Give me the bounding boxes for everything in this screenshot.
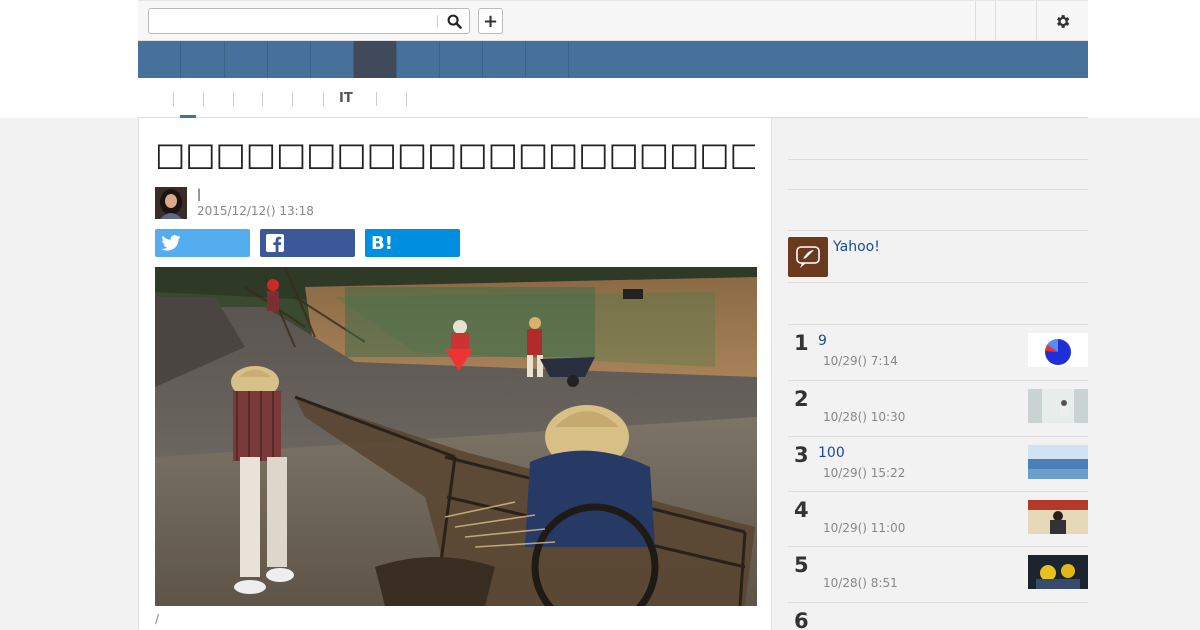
settings-button[interactable] bbox=[1036, 1, 1088, 41]
search-separator bbox=[437, 15, 438, 27]
nav-item[interactable] bbox=[225, 41, 268, 78]
hatena-bookmark-button[interactable]: B! bbox=[365, 229, 460, 257]
rank-title[interactable]: 9 bbox=[818, 333, 827, 349]
subnav-item[interactable] bbox=[406, 92, 407, 106]
toolbar-divider bbox=[995, 1, 996, 41]
rank-date: 10/28() 8:51 bbox=[823, 576, 898, 590]
photo-caption: / bbox=[155, 612, 160, 626]
author-avatar[interactable] bbox=[155, 187, 187, 219]
nav-item[interactable] bbox=[268, 41, 311, 78]
twitter-icon bbox=[161, 235, 181, 251]
search-input[interactable] bbox=[149, 9, 437, 33]
nav-item[interactable] bbox=[526, 41, 569, 78]
nav-item[interactable] bbox=[311, 41, 354, 78]
sidebar: Yahoo! 1 9 10/29() 7:14 2 10/28() 10:30 … bbox=[788, 118, 1088, 630]
toolbar-divider bbox=[975, 1, 976, 41]
category-nav bbox=[138, 41, 1088, 78]
ranking-item[interactable]: 3 100 10/29() 15:22 bbox=[788, 436, 1088, 492]
rank-number: 2 bbox=[794, 387, 809, 411]
nav-item[interactable] bbox=[138, 41, 181, 78]
yahoo-link[interactable]: Yahoo! bbox=[833, 239, 880, 255]
nav-item[interactable] bbox=[397, 41, 440, 78]
sidebar-divider bbox=[788, 159, 1088, 160]
rank-number: 3 bbox=[794, 443, 809, 467]
rank-date: 10/28() 10:30 bbox=[823, 410, 906, 424]
sidebar-divider bbox=[788, 230, 1088, 231]
subnav-item[interactable] bbox=[376, 92, 377, 106]
ranking-item[interactable]: 5 10/28() 8:51 bbox=[788, 546, 1088, 602]
subnav-item[interactable] bbox=[173, 92, 174, 106]
rank-thumbnail[interactable] bbox=[1028, 445, 1088, 479]
rank-number: 5 bbox=[794, 553, 809, 577]
publish-date: 2015/12/12() 13:18 bbox=[197, 204, 314, 218]
ranking-item[interactable]: 2 10/28() 10:30 bbox=[788, 380, 1088, 436]
ranking-item[interactable]: 4 10/29() 11:00 bbox=[788, 491, 1088, 547]
rank-title[interactable]: 100 bbox=[818, 445, 845, 461]
subnav-item[interactable] bbox=[203, 92, 204, 106]
ranking-item[interactable]: 1 9 10/29() 7:14 bbox=[788, 324, 1088, 380]
rank-date: 10/29() 11:00 bbox=[823, 521, 906, 535]
top-toolbar: + bbox=[138, 0, 1088, 41]
search-box bbox=[148, 8, 470, 34]
subnav-item[interactable] bbox=[292, 92, 293, 106]
facebook-icon bbox=[266, 234, 284, 252]
nav-item[interactable] bbox=[440, 41, 483, 78]
rank-number: 1 bbox=[794, 331, 809, 355]
rank-thumbnail[interactable] bbox=[1028, 500, 1088, 534]
rank-thumbnail[interactable] bbox=[1028, 555, 1088, 589]
article-title: □□□□□□□□□□□□□□□□□□□□□□□□□□□□□□□□□□□ bbox=[155, 135, 755, 173]
article-photo bbox=[155, 267, 757, 606]
rank-thumbnail[interactable] bbox=[1028, 333, 1088, 367]
subnav-item[interactable] bbox=[233, 92, 234, 106]
nav-item[interactable] bbox=[483, 41, 526, 78]
ranking-item[interactable]: 6 bbox=[788, 602, 1088, 630]
sidebar-divider bbox=[788, 282, 1088, 283]
sidebar-divider bbox=[788, 189, 1088, 190]
rank-thumbnail[interactable] bbox=[1028, 389, 1088, 423]
rank-date: 10/29() 15:22 bbox=[823, 466, 906, 480]
subnav-item[interactable] bbox=[262, 92, 263, 106]
twitter-share-button[interactable] bbox=[155, 229, 250, 257]
add-button[interactable]: + bbox=[478, 8, 503, 34]
nav-item-active[interactable] bbox=[354, 41, 397, 78]
facebook-share-button[interactable] bbox=[260, 229, 355, 257]
sub-nav: IT bbox=[138, 78, 1088, 119]
gear-icon bbox=[1056, 14, 1069, 28]
nav-item[interactable] bbox=[181, 41, 225, 78]
rank-number: 4 bbox=[794, 498, 809, 522]
rank-date: 10/29() 7:14 bbox=[823, 354, 898, 368]
yahoo-author-icon[interactable] bbox=[788, 237, 828, 277]
header: + IT bbox=[0, 0, 1200, 119]
hatena-bookmark-icon: B! bbox=[371, 232, 393, 254]
author-name[interactable]: | bbox=[197, 187, 201, 201]
rank-number: 6 bbox=[794, 609, 809, 630]
subnav-item-it[interactable]: IT bbox=[323, 92, 353, 106]
article: □□□□□□□□□□□□□□□□□□□□□□□□□□□□□□□□□□□ | 20… bbox=[138, 118, 772, 630]
search-icon bbox=[447, 14, 462, 29]
search-button[interactable] bbox=[439, 9, 469, 33]
